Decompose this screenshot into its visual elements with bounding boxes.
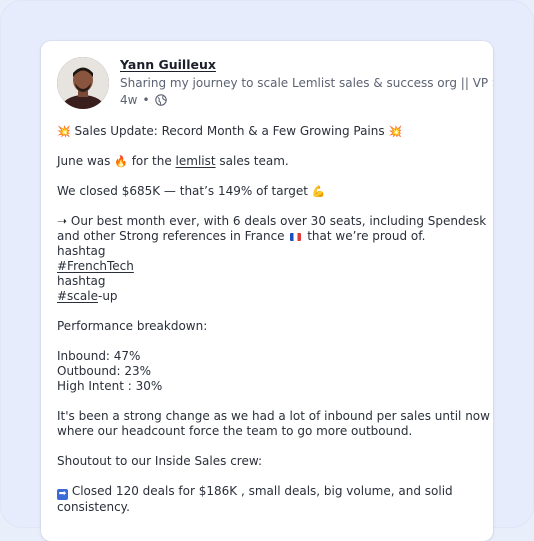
post-body: 💥 Sales Update: Record Month & a Few Gro… xyxy=(57,124,490,515)
collision-emoji: 💥 xyxy=(57,125,71,138)
post-text: -up xyxy=(97,289,118,303)
globe-icon xyxy=(154,94,167,106)
post-text: that we’re proud of. xyxy=(303,229,426,243)
post-text: and other Strong references in France xyxy=(57,229,289,243)
post-card: Yann Guilleux Sharing my journey to scal… xyxy=(41,41,493,541)
lemlist-mention-link[interactable]: lemlist xyxy=(176,154,216,168)
france-flag-icon xyxy=(290,232,302,241)
post-header: Yann Guilleux Sharing my journey to scal… xyxy=(57,57,493,111)
post-line-7: #FrenchTech xyxy=(57,259,482,274)
post-line-6: hashtag xyxy=(57,244,106,258)
flexed-biceps-emoji: 💪 xyxy=(311,185,326,198)
post-text: We closed $685K — that’s 149% of target xyxy=(57,184,312,198)
post-meta: 4w • xyxy=(120,93,167,107)
fire-emoji: 🔥 xyxy=(114,155,128,168)
scale-hashtag-link[interactable]: #scale xyxy=(57,289,98,303)
post-text: sales team. xyxy=(215,154,289,168)
post-line-8: hashtag xyxy=(57,274,106,288)
author-name-link[interactable]: Yann Guilleux xyxy=(120,57,216,72)
post-time: 4w xyxy=(120,93,138,107)
post-line-1: 💥 Sales Update: Record Month & a Few Gro… xyxy=(57,124,482,139)
post-line-3: We closed $685K — that’s 149% of target … xyxy=(57,184,482,199)
post-line-10: Performance breakdown: xyxy=(57,319,208,333)
post-line-12: Outbound: 23% xyxy=(57,364,152,378)
post-text: June was xyxy=(57,154,115,168)
post-text: Sales Update: Record Month & a Few Growi… xyxy=(70,124,389,138)
meta-separator: • xyxy=(142,93,150,107)
post-line-11: Inbound: 47% xyxy=(57,349,141,363)
right-arrow-icon: ➡ xyxy=(57,489,68,500)
post-line-18: consistency. xyxy=(57,500,130,514)
post-line-9: #scale-up xyxy=(57,289,482,304)
author-headline: Sharing my journey to scale Lemlist sale… xyxy=(120,76,493,90)
post-line-17: ➡ Closed 120 deals for $186K , small dea… xyxy=(57,484,482,500)
author-avatar[interactable] xyxy=(57,57,109,109)
frenchtech-hashtag-link[interactable]: #FrenchTech xyxy=(57,259,134,273)
post-line-14: It's been a strong change as we had a lo… xyxy=(57,409,490,423)
post-line-4: ➝ Our best month ever, with 6 deals over… xyxy=(57,214,487,228)
post-line-2: June was 🔥 for the lemlist sales team. xyxy=(57,154,482,169)
post-text: for the xyxy=(127,154,176,168)
post-line-15: where our headcount force the team to go… xyxy=(57,424,413,438)
post-text: Closed 120 deals for $186K , small deals… xyxy=(68,484,453,498)
post-line-5: and other Strong references in France th… xyxy=(57,229,482,244)
post-line-13: High Intent : 30% xyxy=(57,379,163,393)
collision-emoji: 💥 xyxy=(388,125,403,138)
post-line-16: Shoutout to our Inside Sales crew: xyxy=(57,454,263,468)
